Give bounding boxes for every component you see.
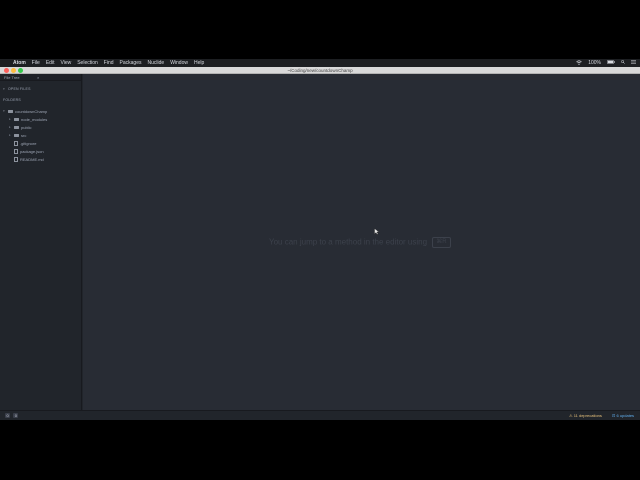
tree-file-package-json[interactable]: package.json bbox=[14, 149, 44, 154]
menu-window[interactable]: Window bbox=[170, 59, 188, 67]
repo-icon bbox=[8, 109, 13, 114]
menu-packages[interactable]: Packages bbox=[120, 59, 142, 67]
status-bar-left: 0 0 bbox=[5, 411, 21, 418]
folder-icon bbox=[14, 117, 19, 122]
file-icon bbox=[14, 157, 18, 162]
tree-folder-label: public bbox=[21, 125, 32, 130]
tree-file-gitignore[interactable]: .gitignore bbox=[14, 141, 36, 146]
editor-hint-text: You can jump to a method in the editor u… bbox=[269, 237, 428, 247]
file-tree-tab[interactable]: File Tree × bbox=[0, 74, 81, 81]
warning-icon: ⚠ bbox=[569, 413, 573, 418]
menu-nuclide[interactable]: Nuclide bbox=[148, 59, 165, 67]
diagnostics-errors-badge[interactable]: 0 bbox=[5, 413, 11, 418]
tree-file-label: .gitignore bbox=[20, 141, 37, 146]
screen: Atom File Edit View Selection Find Packa… bbox=[0, 59, 640, 420]
tree-folder-src[interactable]: ▸ src bbox=[9, 133, 26, 138]
window-title: ~/Coding/new/countdownChamp bbox=[287, 68, 353, 73]
folders-label: FOLDERS bbox=[3, 98, 21, 102]
wifi-icon[interactable] bbox=[576, 59, 582, 67]
tree-folder-public[interactable]: ▸ public bbox=[9, 125, 31, 130]
battery-percent: 100% bbox=[588, 60, 601, 66]
status-bar: 0 0 ⚠ 11 deprecations ⊡ 6 updates bbox=[0, 410, 640, 420]
diagnostics-warnings-badge[interactable]: 0 bbox=[13, 413, 19, 418]
menu-find[interactable]: Find bbox=[104, 59, 114, 67]
open-files-header[interactable]: ▾ OPEN FILES bbox=[3, 87, 31, 91]
tree-folder-label: node_modules bbox=[21, 117, 48, 122]
open-files-label: OPEN FILES bbox=[8, 87, 31, 91]
file-icon bbox=[14, 149, 18, 154]
tree-file-label: README.md bbox=[20, 157, 44, 162]
tree-file-readme[interactable]: README.md bbox=[14, 157, 44, 162]
battery-icon[interactable] bbox=[607, 60, 615, 66]
notification-center-icon[interactable] bbox=[631, 60, 636, 66]
file-tree-panel: File Tree × ▾ OPEN FILES FOLDERS ▾ count… bbox=[0, 74, 82, 410]
menu-help[interactable]: Help bbox=[194, 59, 204, 67]
file-tree-tab-title: File Tree bbox=[4, 75, 20, 80]
deprecations-label: 11 deprecations bbox=[573, 413, 602, 418]
mac-menubar: Atom File Edit View Selection Find Packa… bbox=[0, 59, 640, 67]
menu-selection[interactable]: Selection bbox=[77, 59, 98, 67]
folder-icon bbox=[14, 133, 19, 138]
folder-icon bbox=[14, 125, 19, 130]
file-icon bbox=[14, 141, 18, 146]
window-titlebar[interactable]: ~/Coding/new/countdownChamp bbox=[0, 67, 640, 74]
shortcut-key: ⌘R bbox=[432, 237, 451, 248]
close-tab-icon[interactable]: × bbox=[37, 74, 39, 81]
menu-app-atom[interactable]: Atom bbox=[13, 59, 26, 67]
updates-indicator[interactable]: ⊡ 6 updates bbox=[612, 411, 634, 420]
tree-folder-label: src bbox=[21, 133, 27, 138]
deprecations-indicator[interactable]: ⚠ 11 deprecations bbox=[569, 411, 602, 420]
updates-label: 6 updates bbox=[616, 413, 635, 418]
tree-root-countdownchamp[interactable]: ▾ countdownChamp bbox=[3, 109, 47, 114]
menu-view[interactable]: View bbox=[60, 59, 71, 67]
menu-file[interactable]: File bbox=[32, 59, 40, 67]
editor-pane[interactable]: You can jump to a method in the editor u… bbox=[83, 74, 640, 410]
mouse-pointer-icon bbox=[374, 228, 380, 237]
menu-edit[interactable]: Edit bbox=[46, 59, 55, 67]
editor-hint: You can jump to a method in the editor u… bbox=[269, 237, 451, 248]
menubar-status-area: 100% bbox=[570, 59, 636, 67]
tree-root-label: countdownChamp bbox=[15, 109, 48, 114]
package-update-icon: ⊡ bbox=[612, 413, 616, 418]
tree-folder-node-modules[interactable]: ▸ node_modules bbox=[9, 117, 47, 122]
tree-file-label: package.json bbox=[20, 149, 44, 154]
spotlight-icon[interactable] bbox=[621, 60, 625, 66]
